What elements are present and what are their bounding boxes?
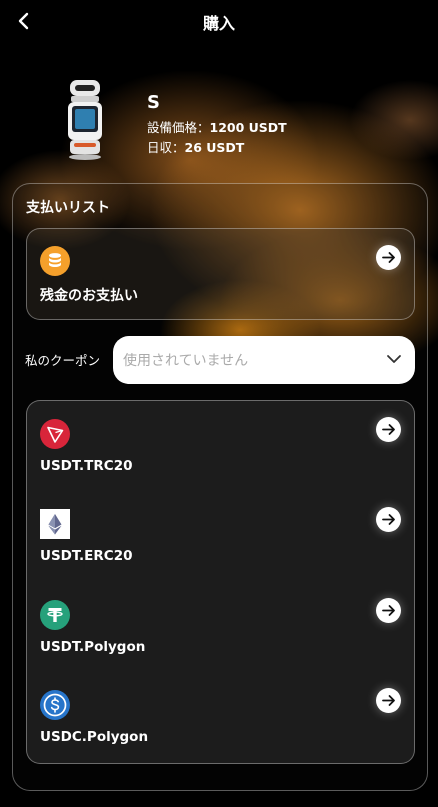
device-price: 設備価格：1200 USDT bbox=[147, 117, 287, 136]
payment-method-usdc-polygon[interactable]: USDC.Polygon bbox=[27, 672, 414, 762]
page-title: 購入 bbox=[202, 14, 235, 33]
payment-method-usdt-trc20[interactable]: USDT.TRC20 bbox=[27, 401, 414, 491]
chevron-down-icon bbox=[385, 350, 403, 368]
coupon-label: 私のクーポン bbox=[25, 353, 101, 368]
payment-method-usdt-polygon[interactable]: USDT.Polygon bbox=[27, 582, 414, 672]
payment-method-arrow-button[interactable] bbox=[376, 598, 401, 623]
coupon-dropdown[interactable]: 使用されていません bbox=[113, 336, 415, 384]
daily-income-value: 26 USDT bbox=[184, 140, 245, 155]
payment-method-usdt-erc20[interactable]: USDT.ERC20 bbox=[27, 491, 414, 581]
payment-method-label: USDC.Polygon bbox=[40, 729, 149, 745]
payment-panel: 支払いリスト 残金のお支払い 私のクーポン 使用されていません USDT.TRC… bbox=[12, 183, 428, 791]
payment-method-label: USDT.ERC20 bbox=[40, 548, 133, 564]
product-name: S bbox=[147, 92, 160, 113]
daily-income-label: 日収： bbox=[147, 140, 185, 155]
arrow-right-icon bbox=[382, 695, 395, 706]
payment-method-label: USDT.TRC20 bbox=[40, 458, 133, 474]
arrow-right-icon bbox=[382, 424, 395, 435]
arrow-right-icon bbox=[382, 605, 395, 616]
payment-method-list: USDT.TRC20 USDT.ERC20 USDT.Polygon USDC.… bbox=[26, 400, 415, 764]
device-price-value: 1200 USDT bbox=[209, 120, 287, 135]
payment-method-arrow-button[interactable] bbox=[376, 507, 401, 532]
coin-stack-icon bbox=[40, 246, 70, 276]
arrow-right-icon bbox=[382, 514, 395, 525]
payment-method-arrow-button[interactable] bbox=[376, 417, 401, 442]
ethereum-icon bbox=[40, 509, 70, 539]
arrow-right-icon bbox=[382, 252, 395, 263]
device-price-label: 設備価格： bbox=[147, 120, 210, 135]
balance-payment-option[interactable]: 残金のお支払い bbox=[26, 228, 415, 320]
balance-payment-label: 残金のお支払い bbox=[40, 288, 138, 304]
daily-income: 日収：26 USDT bbox=[147, 137, 244, 156]
payment-method-label: USDT.Polygon bbox=[40, 639, 146, 655]
tether-icon bbox=[40, 600, 70, 630]
coupon-selected-value: 使用されていません bbox=[123, 353, 249, 369]
robot-product-image bbox=[62, 78, 108, 162]
usdc-icon bbox=[40, 690, 70, 720]
tron-icon bbox=[40, 419, 70, 449]
header: 購入 bbox=[0, 0, 438, 42]
payment-method-arrow-button[interactable] bbox=[376, 688, 401, 713]
product-summary: S 設備価格：1200 USDT 日収：26 USDT bbox=[62, 78, 392, 164]
payment-list-title: 支払いリスト bbox=[26, 200, 110, 216]
balance-arrow-button[interactable] bbox=[376, 245, 401, 270]
